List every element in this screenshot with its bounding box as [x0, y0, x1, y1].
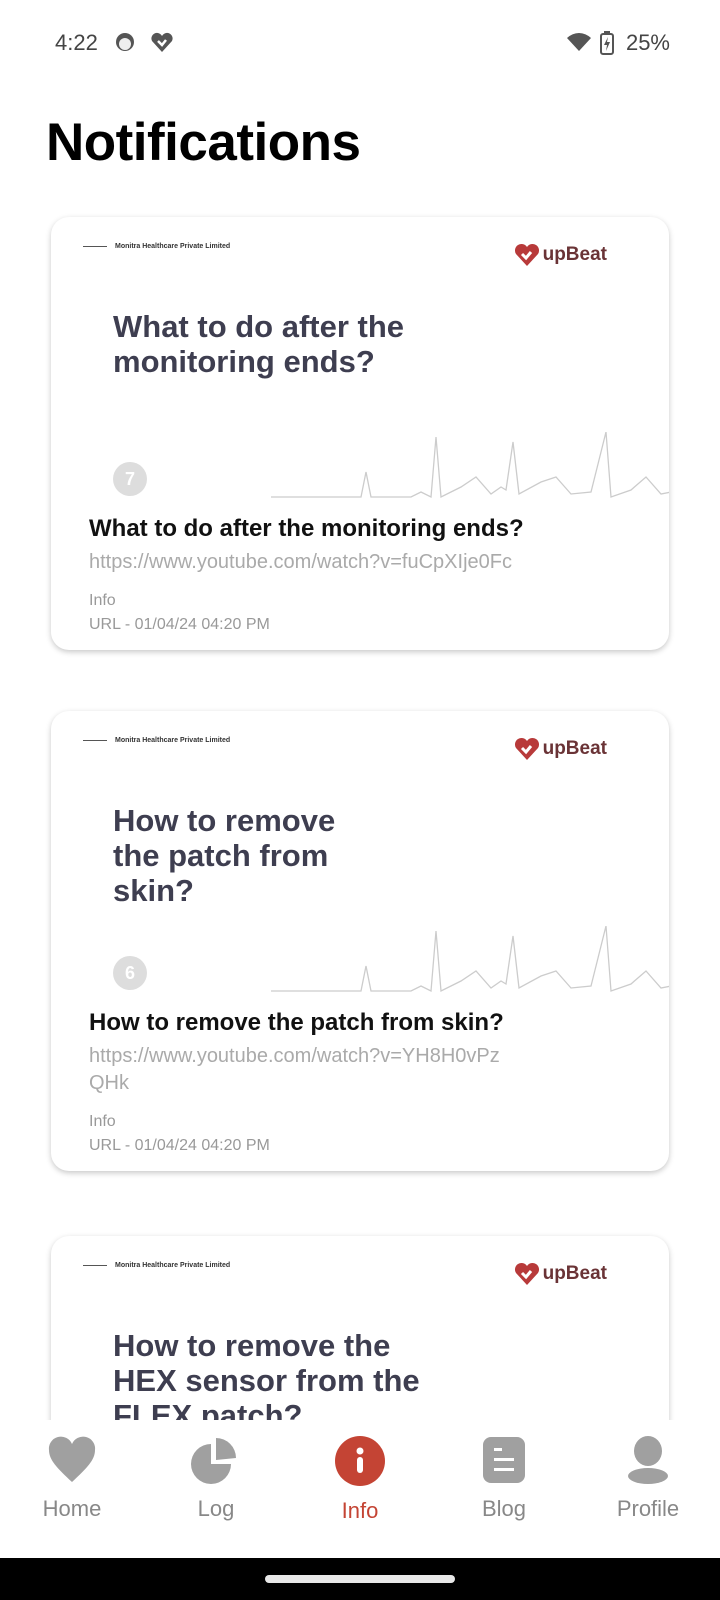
notification-url[interactable]: https://www.youtube.com/watch?v=YH8H0vPz… [89, 1043, 509, 1097]
heart-app-icon [151, 32, 173, 52]
video-thumbnail[interactable]: Monitra Healthcare Private Limited upBea… [51, 711, 669, 1001]
ecg-line-graphic [271, 432, 669, 499]
battery-level: 25% [625, 30, 670, 55]
person-icon [628, 1436, 668, 1484]
notification-meta: URL - 01/04/24 04:20 PM [89, 1137, 270, 1154]
notification-url[interactable]: https://www.youtube.com/watch?v=fuCpXIje… [89, 549, 631, 576]
thumb-company: Monitra Healthcare Private Limited [83, 1262, 230, 1269]
notification-type: Info [89, 592, 116, 609]
thumb-title: What to do after the monitoring ends? [113, 309, 405, 379]
document-icon [483, 1437, 525, 1483]
upbeat-logo: upBeat [514, 1262, 607, 1286]
thumb-company: Monitra Healthcare Private Limited [83, 737, 230, 744]
ecg-line-graphic [271, 926, 669, 993]
notification-card[interactable]: Monitra Healthcare Private Limited upBea… [51, 217, 669, 650]
nav-info[interactable]: Info [288, 1420, 432, 1558]
page-title: Notifications [46, 113, 361, 172]
home-gesture-handle[interactable] [265, 1575, 455, 1583]
thumb-number: 7 [113, 462, 147, 496]
upbeat-logo: upBeat [514, 737, 607, 761]
notification-type: Info [89, 1113, 116, 1130]
nav-blog[interactable]: Blog [432, 1420, 576, 1558]
thumb-title: How to remove the HEX sensor from the FL… [113, 1328, 420, 1420]
face-icon [116, 33, 134, 51]
wifi-icon [567, 33, 591, 51]
thumb-title: How to remove the patch from skin? [113, 803, 336, 908]
heart-icon [48, 1436, 96, 1482]
notification-card[interactable]: Monitra Healthcare Private Limited upBea… [51, 1236, 669, 1420]
status-time: 4:22 [55, 30, 98, 55]
thumb-company: Monitra Healthcare Private Limited [83, 243, 230, 250]
video-thumbnail[interactable]: Monitra Healthcare Private Limited upBea… [51, 217, 669, 507]
thumb-number: 6 [113, 956, 147, 990]
pie-chart-icon [191, 1438, 236, 1484]
nav-home[interactable]: Home [0, 1420, 144, 1558]
video-thumbnail[interactable]: Monitra Healthcare Private Limited upBea… [51, 1236, 669, 1420]
notification-meta: URL - 01/04/24 04:20 PM [89, 616, 270, 633]
notification-title: How to remove the patch from skin? [89, 1009, 504, 1036]
notification-list[interactable]: Monitra Healthcare Private Limited upBea… [0, 200, 720, 1420]
notification-card[interactable]: Monitra Healthcare Private Limited upBea… [51, 711, 669, 1171]
battery-charging-icon [600, 31, 614, 55]
info-icon [335, 1436, 385, 1486]
nav-log[interactable]: Log [144, 1420, 288, 1558]
nav-profile[interactable]: Profile [576, 1420, 720, 1558]
system-nav-bar [0, 1558, 720, 1600]
bottom-nav: Home Log Info Blog Profile [0, 1420, 720, 1558]
upbeat-logo: upBeat [514, 243, 607, 267]
status-bar: 4:22 25% [0, 0, 720, 86]
notification-title: What to do after the monitoring ends? [89, 515, 524, 542]
